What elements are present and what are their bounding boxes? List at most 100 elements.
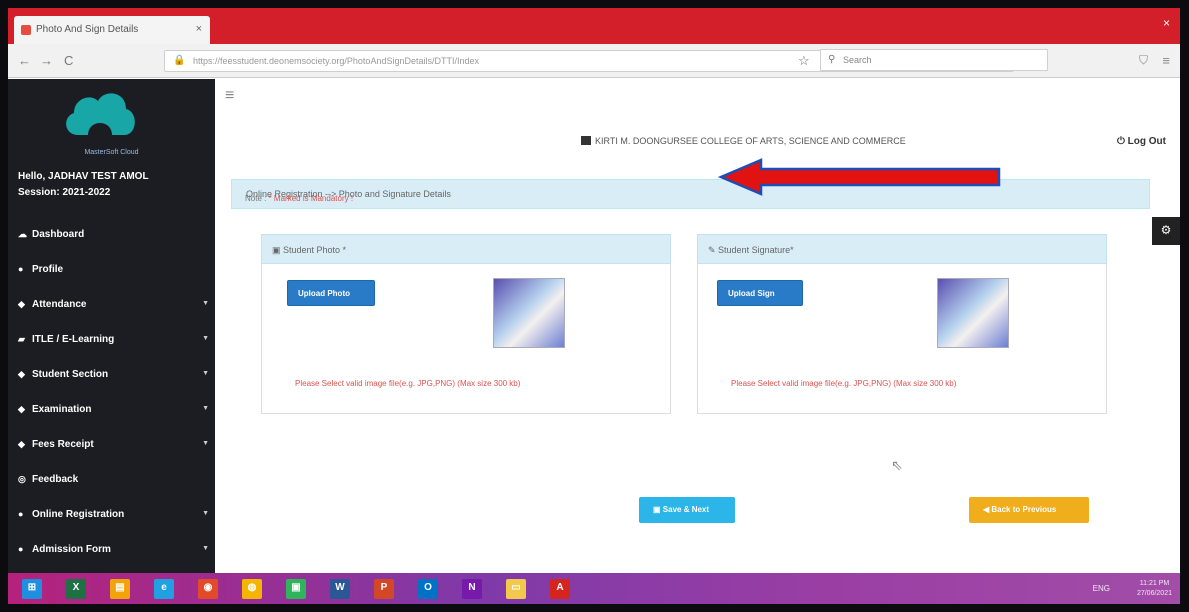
sidebar-item-profile[interactable]: ● Profile [8, 256, 215, 286]
chevron-down-icon: ▼ [202, 440, 209, 447]
outlook-icon[interactable]: O [418, 579, 438, 599]
sidebar-item-label: Profile [32, 264, 64, 275]
college-label: KIRTI M. DOONGURSEE COLLEGE OF ARTS, SCI… [595, 136, 906, 146]
windows-taskbar: ⊞ X ▤ e ◉ ◍ ▣ W P O N ▭ A ENG 11:21 PM 27/06/2021 [8, 573, 1180, 604]
sidebar-item-label: Dashboard [32, 229, 85, 240]
sign-panel-header: ✎ Student Signature* [697, 234, 1107, 264]
sidebar-item-online-registration[interactable]: ● Online Registration ▼ [8, 501, 215, 531]
sidebar-item-admission-form[interactable]: ● Admission Form ▼ [8, 536, 215, 566]
note-text: * Marked is Mandatory ! [268, 194, 354, 203]
logout-label: Log Out [1127, 136, 1166, 147]
breadcrumb: Online Registration --> Photo and Signat… [231, 179, 1150, 209]
chevron-down-icon: ▼ [202, 300, 209, 307]
globe-icon: ● [18, 544, 24, 554]
user-greeting: Hello, JADHAV TEST AMOL Session: 2021-20… [18, 169, 149, 201]
upload-sign-button[interactable]: Upload Sign [717, 280, 803, 306]
pocket-icon[interactable]: ⛉ [1139, 53, 1148, 68]
mandatory-note: Note : * Marked is Mandatory ! [245, 194, 353, 203]
save-next-button[interactable]: ▣ Save & Next [639, 497, 735, 523]
back-previous-button[interactable]: ◀ Back to Previous [969, 497, 1089, 523]
sidebar-item-student-section[interactable]: ◆ Student Section ▼ [8, 361, 215, 391]
word-icon[interactable]: W [330, 579, 350, 599]
sidebar-item-itle-e-learning[interactable]: ▰ ITLE / E-Learning ▼ [8, 326, 215, 356]
sidebar-item-dashboard[interactable]: ☁ Dashboard [8, 221, 215, 251]
photo-hint-text: Please Select valid image file(e.g. JPG,… [295, 379, 521, 388]
graduation-cap-icon: ▰ [18, 334, 25, 344]
sidebar-item-examination[interactable]: ◆ Examination ▼ [8, 396, 215, 426]
chevron-down-icon: ▼ [202, 545, 209, 552]
monitor-screen: Photo And Sign Details × × ← → C 🔒 https… [8, 8, 1180, 604]
taskbar-clock[interactable]: 11:21 PM 27/06/2021 [1137, 579, 1172, 599]
note-prefix: Note : [245, 194, 269, 203]
sidebar-item-label: ITLE / E-Learning [32, 334, 115, 345]
comments-icon: ◎ [18, 474, 26, 484]
tag-icon: ◆ [18, 404, 25, 414]
chevron-down-icon: ▼ [202, 510, 209, 517]
sidebar-item-label: Admission Form [32, 544, 111, 555]
greeting-text: Hello, JADHAV TEST AMOL [18, 171, 149, 182]
tab-title: Photo And Sign Details [36, 24, 139, 35]
powerpoint-icon[interactable]: P [374, 579, 394, 599]
chevron-down-icon: ▼ [202, 405, 209, 412]
hamburger-menu-icon[interactable]: ≡ [225, 87, 234, 105]
tag-icon: ◆ [18, 369, 25, 379]
image-icon: ▣ [272, 245, 284, 255]
url-text: https://feesstudent.deonemsociety.org/Ph… [193, 56, 479, 66]
sidebar-item-label: Examination [32, 404, 92, 415]
settings-gear-icon[interactable]: ⚙ [1152, 217, 1180, 245]
tray-language[interactable]: ENG [1093, 584, 1110, 593]
sidebar: MasterSoft Cloud Hello, JADHAV TEST AMOL… [8, 79, 215, 590]
bookmark-star-icon[interactable]: ☆ [798, 53, 810, 69]
browser-tab-bar: Photo And Sign Details × × [8, 8, 1180, 44]
main-content: ≡ KIRTI M. DOONGURSEE COLLEGE OF ARTS, S… [215, 79, 1180, 573]
search-input[interactable]: ⚲ Search [820, 49, 1048, 71]
chevron-down-icon: ▼ [202, 335, 209, 342]
search-icon: ⚲ [828, 54, 836, 65]
mouse-cursor-icon: ⇖ [891, 457, 903, 473]
sidebar-item-feedback[interactable]: ◎ Feedback [8, 466, 215, 496]
back-previous-label: Back to Previous [991, 505, 1057, 514]
window-close-icon[interactable]: × [1163, 16, 1170, 30]
browser-nav-bar: ← → C 🔒 https://feesstudent.deonemsociet… [8, 44, 1180, 78]
sign-panel-title: Student Signature* [718, 245, 794, 255]
power-icon: ⏻ [1116, 136, 1128, 147]
browser-tab[interactable]: Photo And Sign Details × [14, 16, 210, 44]
search-placeholder: Search [843, 55, 872, 65]
ie-icon[interactable]: e [154, 579, 174, 599]
photo-panel-header: ▣ Student Photo * [261, 234, 671, 264]
back-arrow-icon[interactable]: ← [18, 53, 31, 68]
photo-panel-title: Student Photo * [283, 245, 347, 255]
acrobat-icon[interactable]: A [550, 579, 570, 599]
clock-time: 11:21 PM [1139, 580, 1170, 587]
browser-menu-icon[interactable]: ≡ [1162, 53, 1170, 68]
tag-icon: ◆ [18, 439, 25, 449]
upload-photo-button[interactable]: Upload Photo [287, 280, 375, 306]
chrome-icon[interactable]: ◍ [242, 579, 262, 599]
globe-icon: ● [18, 509, 24, 519]
windows-start-icon[interactable]: ⊞ [22, 579, 42, 599]
reload-icon[interactable]: C [64, 53, 73, 68]
sidebar-item-label: Online Registration [32, 509, 125, 520]
pencil-icon: ✎ [708, 245, 719, 255]
excel-icon[interactable]: X [66, 579, 86, 599]
onenote-icon[interactable]: N [462, 579, 482, 599]
sidebar-item-label: Fees Receipt [32, 439, 94, 450]
files-icon[interactable]: ▭ [506, 579, 526, 599]
tab-close-icon[interactable]: × [196, 23, 202, 35]
clock-date: 27/06/2021 [1136, 590, 1172, 597]
lock-icon: 🔒 [173, 55, 186, 66]
whatsapp-icon[interactable]: ▣ [286, 579, 306, 599]
logout-button[interactable]: ⏻ Log Out [1117, 136, 1166, 147]
sidebar-item-label: Attendance [32, 299, 87, 310]
favicon-icon [21, 25, 31, 35]
photo-thumbnail [493, 278, 565, 348]
paint-icon[interactable]: ◉ [198, 579, 218, 599]
sign-hint-text: Please Select valid image file(e.g. JPG,… [731, 379, 957, 388]
institution-icon [581, 136, 591, 145]
college-name: KIRTI M. DOONGURSEE COLLEGE OF ARTS, SCI… [581, 136, 906, 146]
sidebar-item-attendance[interactable]: ◆ Attendance ▼ [8, 291, 215, 321]
dashboard-icon: ☁ [18, 229, 27, 239]
explorer-icon[interactable]: ▤ [110, 579, 130, 599]
sidebar-item-fees-receipt[interactable]: ◆ Fees Receipt ▼ [8, 431, 215, 461]
forward-arrow-icon[interactable]: → [40, 53, 53, 68]
